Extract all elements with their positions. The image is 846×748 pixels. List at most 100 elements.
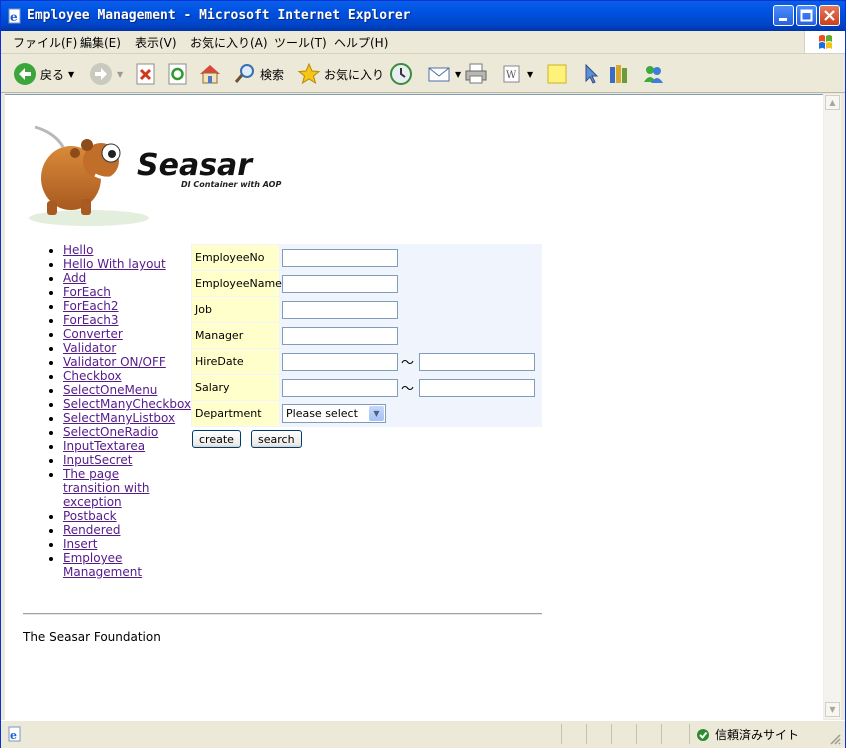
reference-button[interactable]	[607, 61, 631, 87]
nav-link-add[interactable]: Add	[63, 271, 86, 285]
job-label: Job	[192, 297, 279, 322]
discuss-button[interactable]	[545, 61, 569, 87]
row-manager: Manager	[191, 323, 542, 349]
back-button[interactable]: 戻る ▼	[13, 61, 74, 87]
mail-icon	[428, 67, 450, 82]
search-icon	[234, 64, 254, 83]
nav-link-foreach[interactable]: ForEach	[63, 285, 111, 299]
hire-date-from-input[interactable]	[282, 353, 398, 371]
stop-button[interactable]	[135, 61, 157, 87]
browser-window: e Employee Management - Microsoft Intern…	[0, 0, 846, 748]
back-dropdown-icon[interactable]: ▼	[68, 70, 74, 79]
create-button[interactable]: create	[192, 430, 241, 448]
resize-grip-icon[interactable]	[829, 733, 841, 745]
minimize-icon	[779, 18, 787, 21]
manager-label: Manager	[192, 323, 279, 348]
menu-file[interactable]: ファイル(F)	[13, 34, 77, 51]
research-button[interactable]	[577, 61, 601, 87]
title-bar: e Employee Management - Microsoft Intern…	[1, 1, 845, 31]
status-segment	[586, 724, 587, 744]
svg-text:e: e	[10, 10, 18, 24]
job-input[interactable]	[282, 301, 398, 319]
toolbar: 戻る ▼ ▼ 検索 お気に入り ▼ W ▼	[1, 54, 845, 93]
minimize-button[interactable]	[773, 5, 794, 26]
salary-from-input[interactable]	[282, 379, 398, 397]
close-button[interactable]	[819, 5, 840, 26]
home-button[interactable]	[198, 61, 222, 87]
row-employee-name: EmployeeName	[191, 271, 542, 297]
ie-page-icon: e	[8, 8, 21, 24]
menu-edit[interactable]: 編集(E)	[80, 34, 121, 51]
security-zone: 信頼済みサイト	[696, 726, 799, 743]
menu-favorites[interactable]: お気に入り(A)	[190, 34, 268, 51]
nav-link-converter[interactable]: Converter	[63, 327, 123, 341]
page-viewport: Seasar DI Container with AOP Hello Hello…	[5, 94, 823, 720]
chevron-down-icon[interactable]: ▼	[369, 406, 384, 421]
nav-link-insert[interactable]: Insert	[63, 537, 97, 551]
search-submit-button[interactable]: search	[251, 430, 302, 448]
nav-link-page-transition-exception[interactable]: The page transition with exception	[63, 467, 149, 509]
nav-link-selectoneradio[interactable]: SelectOneRadio	[63, 425, 158, 439]
status-segment	[636, 724, 637, 744]
nav-link-hello-with-layout[interactable]: Hello With layout	[63, 257, 166, 271]
nav-link-selectmanylistbox[interactable]: SelectManyListbox	[63, 411, 175, 425]
edit-dropdown-icon[interactable]: ▼	[527, 70, 533, 79]
nav-link-employee-management[interactable]: Employee Management	[63, 551, 142, 579]
print-button[interactable]	[464, 61, 488, 87]
salary-to-input[interactable]	[419, 379, 535, 397]
history-button[interactable]	[389, 61, 413, 87]
salary-label: Salary	[192, 375, 279, 400]
nav-link-inputsecret[interactable]: InputSecret	[63, 453, 132, 467]
nav-link-hello[interactable]: Hello	[63, 243, 93, 257]
messenger-button[interactable]	[641, 61, 665, 87]
menu-tools[interactable]: ツール(T)	[274, 34, 327, 51]
seasar-logo: Seasar DI Container with AOP	[29, 125, 281, 226]
security-zone-label: 信頼済みサイト	[715, 728, 800, 742]
print-icon	[465, 63, 487, 84]
employee-name-input[interactable]	[282, 275, 398, 293]
nav-link-foreach3[interactable]: ForEach3	[63, 313, 119, 327]
messenger-icon	[644, 66, 663, 83]
department-select[interactable]: Please select ▼	[282, 404, 386, 423]
nav-link-postback[interactable]: Postback	[63, 509, 117, 523]
favorites-label: お気に入り	[324, 67, 385, 82]
footer-text: The Seasar Foundation	[23, 630, 161, 644]
home-icon	[200, 65, 220, 84]
nav-link-validator[interactable]: Validator	[63, 341, 116, 355]
word-icon: W	[503, 65, 520, 83]
nav-link-selectonemenu[interactable]: SelectOneMenu	[63, 383, 157, 397]
nav-link-selectmanycheckbox[interactable]: SelectManyCheckbox	[63, 397, 191, 411]
forward-button[interactable]: ▼	[89, 61, 123, 87]
maximize-button[interactable]	[796, 5, 817, 26]
nav-link-inputtextarea[interactable]: InputTextarea	[63, 439, 145, 453]
search-label: 検索	[260, 67, 285, 82]
row-employee-no: EmployeeNo	[191, 245, 542, 271]
menu-view[interactable]: 表示(V)	[135, 34, 177, 51]
nav-item: Rendered	[63, 523, 213, 537]
mail-dropdown-icon[interactable]: ▼	[455, 70, 461, 79]
nav-link-rendered[interactable]: Rendered	[63, 523, 120, 537]
mail-button[interactable]: ▼	[427, 61, 461, 87]
vertical-scrollbar[interactable]: ▲ ▼	[823, 94, 841, 719]
svg-text:e: e	[10, 729, 17, 742]
menu-help[interactable]: ヘルプ(H)	[334, 34, 388, 51]
nav-link-checkbox[interactable]: Checkbox	[63, 369, 122, 383]
search-button[interactable]: 検索	[233, 61, 284, 87]
nav-link-foreach2[interactable]: ForEach2	[63, 299, 119, 313]
favorites-button[interactable]: お気に入り	[297, 61, 384, 87]
manager-input[interactable]	[282, 327, 398, 345]
refresh-button[interactable]	[167, 61, 189, 87]
edit-word-button[interactable]: W ▼	[501, 61, 533, 87]
logo-tagline: DI Container with AOP	[181, 180, 281, 189]
nav-link-validator-onoff[interactable]: Validator ON/OFF	[63, 355, 166, 369]
employee-no-label: EmployeeNo	[192, 245, 279, 270]
nav-item: Postback	[63, 509, 213, 523]
hire-date-to-input[interactable]	[419, 353, 535, 371]
forward-dropdown-icon[interactable]: ▼	[117, 70, 123, 79]
employee-name-label: EmployeeName	[192, 271, 282, 296]
employee-search-form: EmployeeNo EmployeeName Job Manager Hire…	[191, 244, 542, 427]
employee-no-input[interactable]	[282, 249, 398, 267]
refresh-icon	[168, 63, 187, 85]
scroll-up-arrow-icon[interactable]: ▲	[825, 95, 840, 110]
scroll-down-arrow-icon[interactable]: ▼	[825, 702, 840, 717]
